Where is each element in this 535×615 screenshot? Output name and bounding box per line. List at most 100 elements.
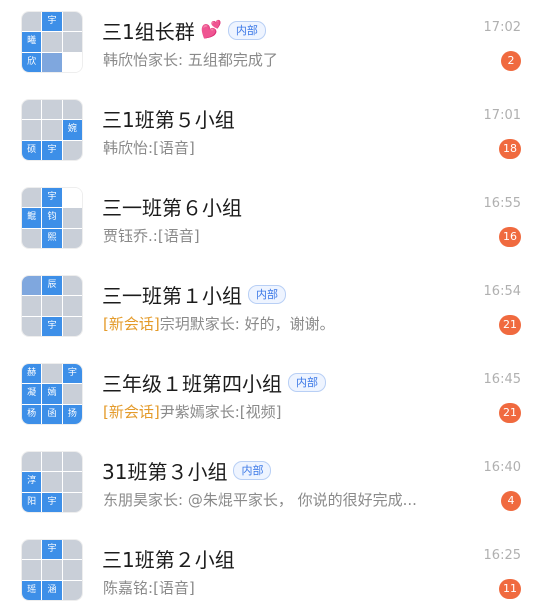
sender-name: 贾钰乔.	[103, 227, 153, 245]
conversation-title-line: 三1组长群 💕 内部	[102, 15, 266, 45]
conversation-row[interactable]: 宇 曦 欣 三1组长群 💕 内部 17:02 韩欣怡家长: 五组都完成了 2	[0, 0, 535, 87]
hearts-icon: 💕	[200, 19, 222, 40]
message-preview: 韩欣怡家长: 五组都完成了	[103, 51, 278, 69]
conversation-list: 宇 曦 欣 三1组长群 💕 内部 17:02 韩欣怡家长: 五组都完成了 2 婉…	[0, 0, 535, 615]
avatar-photo	[62, 12, 82, 32]
avatar-photo	[22, 540, 42, 560]
message-preview: 东朋昊家长: @朱焜平家长， 你说的很好完成...	[103, 491, 417, 509]
message-text: [语音]	[157, 227, 200, 245]
avatar-photo	[42, 120, 62, 140]
avatar-photo	[62, 472, 82, 492]
unread-badge: 16	[499, 227, 521, 247]
group-avatar: 赫 宇 凝 嫣 杨 函 扬	[22, 364, 82, 424]
avatar-empty-cell	[62, 52, 82, 72]
avatar-photo	[22, 228, 42, 248]
group-name: 三一班第６小组	[102, 195, 242, 220]
avatar-tile: 凝	[22, 384, 42, 404]
avatar-photo	[22, 296, 42, 316]
group-name: 31班第３小组	[102, 459, 228, 484]
avatar-photo	[62, 100, 82, 120]
new-conversation-label: [新会话]	[103, 403, 160, 421]
conversation-title-line: 三一班第６小组	[102, 191, 242, 221]
avatar-tile: 阳	[22, 492, 42, 512]
timestamp: 16:25	[483, 548, 521, 563]
message-preview: [新会话]尹紫嫣家长:[视频]	[103, 403, 282, 421]
message-text: [视频]	[239, 403, 282, 421]
avatar-photo	[22, 188, 42, 208]
message-preview: [新会话]宗玥默家长: 好的，谢谢。	[103, 315, 335, 333]
avatar-tile: 钧	[42, 208, 62, 228]
conversation-row[interactable]: 宇 瑶 涵 三1班第２小组 16:25 陈嘉铭:[语音] 11	[0, 528, 535, 615]
avatar-photo	[42, 452, 62, 472]
avatar-tile: 赫	[22, 364, 42, 384]
avatar-photo	[22, 100, 42, 120]
message-preview: 韩欣怡:[语音]	[103, 139, 195, 157]
avatar-tile: 宇	[42, 12, 62, 32]
avatar-photo	[42, 472, 62, 492]
avatar-tile: 硕	[22, 140, 42, 160]
timestamp: 16:54	[483, 284, 521, 299]
group-avatar: 辰 宇	[22, 276, 82, 336]
sender-name: 尹紫嫣家长	[159, 403, 235, 421]
group-name: 三一班第１小组	[102, 283, 242, 308]
avatar-photo	[62, 452, 82, 472]
avatar-photo	[62, 32, 82, 52]
unread-badge: 4	[501, 491, 521, 511]
timestamp: 16:55	[483, 196, 521, 211]
conversation-title-line: 三1班第５小组	[102, 103, 235, 133]
conversation-row[interactable]: 宇 鲲 钧 熙 三一班第６小组 16:55 贾钰乔.:[语音] 16	[0, 176, 535, 263]
message-text: [语音]	[153, 139, 195, 157]
group-avatar: 宇 鲲 钧 熙	[22, 188, 82, 248]
avatar-photo	[62, 560, 82, 580]
avatar-photo	[62, 140, 82, 160]
new-conversation-label: [新会话]	[103, 315, 160, 333]
avatar-tile: 宇	[42, 188, 62, 208]
avatar-photo	[62, 384, 82, 404]
avatar-photo	[22, 120, 42, 140]
avatar-tile: 宇	[42, 492, 62, 512]
avatar-tile: 宇	[42, 316, 62, 336]
avatar-photo	[42, 32, 62, 52]
avatar-tile: 瑶	[22, 580, 42, 600]
sender-name: 韩欣怡	[103, 139, 149, 157]
avatar-tile: 宇	[62, 364, 82, 384]
internal-tag: 内部	[288, 372, 326, 392]
message-text: 五组都完成了	[187, 51, 278, 69]
message-preview: 陈嘉铭:[语音]	[103, 579, 195, 597]
avatar-photo	[62, 276, 82, 296]
unread-badge: 21	[499, 403, 521, 423]
group-name: 三1班第２小组	[102, 547, 235, 572]
conversation-title-line: 三年级１班第四小组 内部	[102, 367, 326, 397]
avatar-photo	[62, 492, 82, 512]
timestamp: 16:40	[483, 460, 521, 475]
avatar-photo	[62, 228, 82, 248]
conversation-title-line: 31班第３小组 内部	[102, 455, 272, 485]
avatar-photo	[62, 208, 82, 228]
group-avatar: 宇 曦 欣	[22, 12, 82, 72]
conversation-row[interactable]: 赫 宇 凝 嫣 杨 函 扬 三年级１班第四小组 内部 16:45 [新会话]尹紫…	[0, 352, 535, 439]
sender-name: 宗玥默家长	[159, 315, 235, 333]
conversation-row[interactable]: 婉 硕 宇 三1班第５小组 17:01 韩欣怡:[语音] 18	[0, 88, 535, 175]
group-name: 三1班第５小组	[102, 107, 235, 132]
internal-tag: 内部	[233, 460, 272, 480]
avatar-tile: 扬	[62, 404, 82, 424]
conversation-title-line: 三一班第１小组 内部	[102, 279, 286, 309]
avatar-tile: 嫣	[42, 384, 62, 404]
avatar-photo	[42, 560, 62, 580]
avatar-photo	[62, 580, 82, 600]
avatar-photo	[62, 540, 82, 560]
message-preview: 贾钰乔.:[语音]	[103, 227, 200, 245]
sender-name: 韩欣怡家长	[103, 51, 179, 69]
conversation-title-line: 三1班第２小组	[102, 543, 235, 573]
group-name: 三1组长群	[102, 19, 195, 44]
conversation-row[interactable]: 淳 阳 宇 31班第３小组 内部 16:40 东朋昊家长: @朱焜平家长， 你说…	[0, 440, 535, 527]
unread-badge: 18	[499, 139, 521, 159]
avatar-tile: 函	[42, 404, 62, 424]
avatar-tile: 淳	[22, 472, 42, 492]
unread-badge: 11	[499, 579, 521, 599]
internal-tag: 内部	[227, 20, 266, 40]
group-avatar: 宇 瑶 涵	[22, 540, 82, 600]
conversation-row[interactable]: 辰 宇 三一班第１小组 内部 16:54 [新会话]宗玥默家长: 好的，谢谢。 …	[0, 264, 535, 351]
avatar-tile: 婉	[62, 120, 82, 140]
avatar-photo	[62, 316, 82, 336]
